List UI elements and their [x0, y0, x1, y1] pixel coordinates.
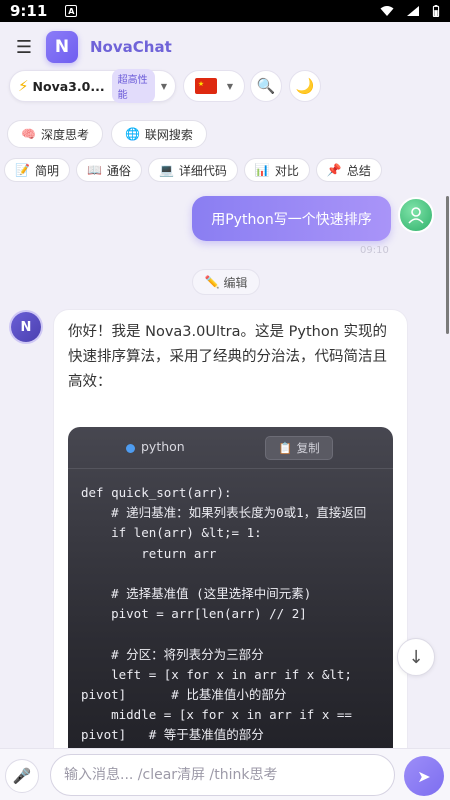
status-time: 9:11: [10, 2, 48, 20]
copy-label: 复制: [296, 441, 320, 455]
chip-label: 通俗: [106, 163, 131, 178]
code-block: python 📋 复制 def quick_sort(arr): # 递归基准：…: [68, 427, 393, 768]
signal-icon: [407, 6, 419, 16]
bot-message: 你好！我是 Nova3.0Ultra。这是 Python 实现的快速排序算法，采…: [53, 309, 408, 769]
language-dot-icon: [126, 444, 135, 453]
plain-chip[interactable]: 📖 通俗: [75, 158, 142, 182]
mic-button[interactable]: 🎤: [5, 759, 39, 793]
edit-button[interactable]: ✏️ 编辑: [192, 269, 260, 295]
app-title: NovaChat: [90, 38, 172, 56]
compare-chip[interactable]: 📊 对比: [243, 158, 310, 182]
chevron-down-icon: ▼: [226, 81, 234, 91]
memo-icon: 📝: [15, 163, 30, 177]
deep-think-chip[interactable]: 🧠 深度思考: [7, 120, 103, 148]
chevron-down-icon: ▼: [160, 81, 167, 91]
moon-icon: 🌙: [295, 77, 315, 95]
globe-icon: 🌐: [124, 127, 140, 141]
web-search-chip[interactable]: 🌐 联网搜索: [110, 120, 207, 148]
code-line: return arr: [81, 545, 217, 561]
chip-label: 深度思考: [40, 127, 89, 142]
code-line: pivot = arr[len(arr) // 2]: [81, 606, 307, 622]
chip-label: 简明: [34, 163, 59, 178]
scrollbar[interactable]: [446, 196, 449, 334]
send-button[interactable]: ➤: [404, 756, 444, 796]
user-message: 用Python写一个快速排序: [192, 196, 391, 241]
code-language: python: [141, 439, 185, 454]
battery-icon: [432, 5, 440, 17]
code-line: middle = [x for x in arr if x ==: [81, 707, 352, 723]
chart-icon: 📊: [254, 163, 270, 177]
model-selector[interactable]: ⚡ Nova3.0... 超高性能 ▼: [9, 69, 176, 103]
code-line: # 选择基准值 (这里选择中间元素): [81, 586, 312, 602]
code-body: def quick_sort(arr): # 递归基准：如果列表长度为0或1，直…: [68, 469, 393, 760]
book-icon: 📖: [86, 163, 102, 177]
user-avatar[interactable]: [398, 197, 434, 233]
model-toolbar: ⚡ Nova3.0... 超高性能 ▼ ★ ▼ 🔍 🌙: [0, 69, 450, 104]
scroll-down-button[interactable]: ↓: [397, 638, 435, 676]
search-button[interactable]: 🔍: [250, 70, 282, 102]
app-header: ☰ N NovaChat: [0, 22, 450, 72]
bot-avatar: N: [11, 312, 41, 342]
lightning-icon: ⚡: [18, 77, 29, 95]
chip-label: 联网搜索: [144, 127, 193, 142]
chip-label: 详细代码: [178, 163, 227, 178]
chip-label: 总结: [346, 163, 371, 178]
menu-icon[interactable]: ☰: [14, 37, 34, 58]
mic-icon: 🎤: [12, 767, 32, 785]
edit-label: 编辑: [223, 275, 248, 290]
wifi-icon: [380, 6, 394, 16]
app-logo: N: [46, 31, 78, 63]
pencil-icon: ✏️: [204, 275, 220, 289]
theme-toggle-button[interactable]: 🌙: [289, 70, 321, 102]
code-line: left = [x for x in arr if x &lt;: [81, 666, 352, 682]
cn-flag-icon: ★: [194, 78, 217, 94]
style-chips: 📝 简明 📖 通俗 💻 详细代码 📊 对比 📌 总结: [4, 158, 382, 182]
bot-message-text: 你好！我是 Nova3.0Ultra。这是 Python 实现的快速排序算法，采…: [68, 324, 388, 390]
brain-icon: 🧠: [21, 127, 36, 141]
code-line: if len(arr) &lt;= 1:: [81, 525, 262, 541]
chip-label: 对比: [274, 163, 299, 178]
clipboard-icon: 📋: [278, 441, 293, 455]
send-icon: ➤: [417, 766, 431, 786]
summary-chip[interactable]: 📌 总结: [315, 158, 382, 182]
notification-icon: A: [65, 5, 78, 17]
arrow-down-icon: ↓: [408, 646, 424, 668]
user-icon: [408, 207, 424, 224]
search-icon: 🔍: [256, 77, 276, 95]
code-line: pivot] # 等于基准值的部分: [81, 727, 264, 743]
mode-chips: 🧠 深度思考 🌐 联网搜索: [7, 120, 207, 148]
laptop-icon: 💻: [158, 163, 174, 177]
status-bar: 9:11 A: [0, 0, 450, 22]
code-line: pivot] # 比基准值小的部分: [81, 687, 287, 703]
performance-badge: 超高性能: [111, 69, 155, 103]
input-bar: 🎤 ➤: [0, 748, 450, 800]
language-selector[interactable]: ★ ▼: [183, 70, 245, 102]
pin-icon: 📌: [326, 163, 342, 177]
code-header: python 📋 复制: [68, 427, 393, 469]
code-line: def quick_sort(arr):: [81, 485, 232, 500]
code-line: # 分区：将列表分为三部分: [81, 646, 264, 662]
status-icons: [380, 5, 440, 17]
model-name: Nova3.0...: [32, 78, 105, 94]
concise-chip[interactable]: 📝 简明: [4, 158, 70, 182]
detailed-code-chip[interactable]: 💻 详细代码: [147, 158, 238, 182]
code-line: # 递归基准：如果列表长度为0或1，直接返回: [81, 505, 367, 521]
message-time: 09:10: [360, 245, 389, 256]
copy-button[interactable]: 📋 复制: [265, 436, 333, 460]
message-input[interactable]: [50, 754, 395, 796]
